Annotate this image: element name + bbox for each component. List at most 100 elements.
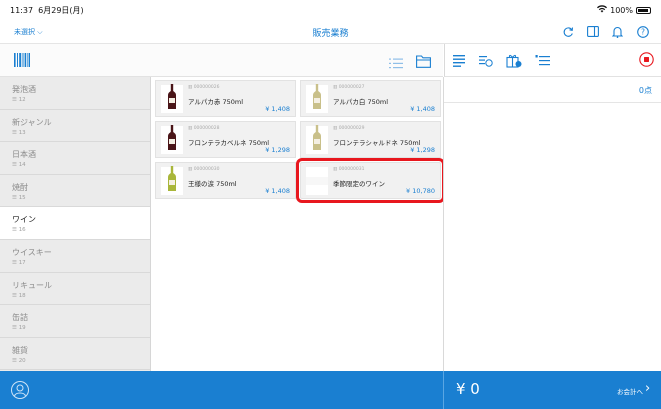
folder-icon[interactable] [416,53,431,72]
category-item[interactable]: 新ジャンル ☰ 13 [0,109,150,143]
category-name: 発泡酒 [12,85,36,94]
category-count: ☰ 12 [12,97,150,103]
product-image [306,84,328,114]
product-code: ▥ 000000030 [188,167,219,172]
product-price: ¥ 1,298 [410,146,435,154]
user-icon[interactable] [11,381,29,399]
refresh-icon[interactable] [561,25,574,38]
category-name: 焼酎 [12,182,28,192]
receipt-icon[interactable] [452,53,466,72]
category-name: リキュール [12,280,52,290]
list-count-icon: ☰ [12,292,19,299]
product-price: ¥ 10,780 [406,187,435,195]
battery-icon [636,6,651,14]
product-code-value: 000000030 [193,167,220,172]
category-name: 雑貨 [12,345,28,355]
category-count: ☰ 16 [12,227,150,233]
product-name: アルパカ赤 750ml [188,98,244,106]
category-item[interactable]: ウイスキー ☰ 17 [0,239,150,273]
product-card[interactable]: ▥ 000000031 季節限定のワイン ¥ 10,780 [296,158,445,203]
product-code-value: 000000031 [338,167,365,172]
product-price: ¥ 1,408 [265,187,290,195]
category-item[interactable]: 缶詰 ☰ 19 [0,305,150,338]
category-name: 日本酒 [12,150,36,160]
wine-bottle-icon [312,84,322,114]
product-image [161,166,183,195]
stop-icon[interactable] [639,52,654,71]
list-settings-icon[interactable] [535,53,551,72]
category-item[interactable]: 雑貨 ☰ 20 [0,337,150,371]
product-price: ¥ 1,298 [265,146,290,154]
product-card[interactable]: ▥ 000000026 アルパカ赤 750ml ¥ 1,408 [155,80,296,117]
bell-icon[interactable] [611,25,624,38]
product-card[interactable]: ▥ 000000028 フロンテラカベルネ 750ml ¥ 1,298 [155,121,296,158]
category-count-value: 17 [18,259,26,266]
cart-item-count: 0点 [638,86,652,95]
total-amount: ¥ 0 [456,380,480,398]
image-placeholder-icon [306,177,328,185]
product-card[interactable]: ▥ 000000029 フロンテラシャルドネ 750ml ¥ 1,298 [300,121,441,158]
product-name: 季節限定のワイン [333,180,385,188]
status-time: 11:37 6月29日(月) [10,6,84,15]
category-name: ウイスキー [12,247,52,257]
discount-icon[interactable] [478,53,493,72]
list-count-icon: ☰ [12,259,19,266]
category-count-value: 19 [18,325,26,332]
category-name: 新ジャンル [12,117,52,127]
product-code-value: 000000028 [193,126,220,131]
barcode-icon[interactable] [14,52,30,71]
checkout-button[interactable]: お会計へ [617,386,643,396]
wine-bottle-icon [167,84,177,114]
svg-text:?: ? [641,27,645,36]
gift-icon[interactable] [506,53,522,72]
category-sidebar: 発泡酒 ☰ 12 新ジャンル ☰ 13 日本酒 ☰ 14 焼酎 ☰ 15 ワイン ☰ 16 ウイスキ… [0,77,151,371]
category-count-value: 12 [18,97,26,103]
category-count-value: 20 [18,357,26,364]
product-name: 王様の涙 750ml [188,180,237,188]
category-item[interactable]: 焼酎 ☰ 15 [0,174,150,208]
chevron-right-icon[interactable]: › [645,381,650,396]
panel-icon[interactable] [586,25,599,38]
product-card[interactable]: ▥ 000000027 アルパカ白 750ml ¥ 1,408 [300,80,441,117]
footer-divider [443,371,444,409]
product-name: アルパカ白 750ml [333,98,389,106]
list-view-icon[interactable] [389,54,403,73]
list-count-icon: ☰ [12,325,19,332]
cart-divider [444,102,661,103]
bottom-bar: ¥ 0 お会計へ › [0,371,661,409]
list-count-icon: ☰ [12,129,19,136]
category-name: 缶詰 [12,313,28,323]
category-count: ☰ 20 [12,358,150,364]
battery-percent: 100% [610,5,633,15]
product-card[interactable]: ▥ 000000030 王様の涙 750ml ¥ 1,408 [155,162,296,199]
category-name: ワイン [12,215,36,225]
list-count-icon: ☰ [12,227,19,234]
product-image [161,125,183,155]
category-count: ☰ 18 [12,293,150,299]
product-image [306,125,328,154]
cart-toolbar [444,44,661,77]
help-icon[interactable]: ? [636,25,649,38]
wine-bottle-icon [167,125,177,155]
product-image [306,167,328,195]
product-grid: ▥ 000000026 アルパカ赤 750ml ¥ 1,408 ▥ 000000027… [151,77,445,371]
product-price: ¥ 1,408 [410,105,435,113]
product-code: ▥ 000000031 [333,167,364,172]
category-item[interactable]: 発泡酒 ☰ 12 [0,77,150,110]
category-item[interactable]: リキュール ☰ 18 [0,272,150,306]
category-count-value: 14 [18,162,26,169]
nav-bar: 未選択 ⌵ 販売業務 ? [0,20,661,44]
product-code: ▥ 000000028 [188,126,219,131]
cart-panel: 0点 [443,77,661,371]
category-item[interactable]: 日本酒 ☰ 14 [0,142,150,175]
list-count-icon: ☰ [12,162,19,169]
category-count-value: 15 [18,194,26,201]
category-count-value: 16 [18,227,26,234]
product-name: フロンテラカベルネ 750ml [188,139,270,147]
wifi-icon [597,5,608,15]
product-code: ▥ 000000026 [188,85,219,90]
status-right: 100% [597,5,651,15]
category-count-value: 18 [18,292,26,299]
category-count: ☰ 17 [12,260,150,266]
category-item[interactable]: ワイン ☰ 16 [0,207,150,240]
